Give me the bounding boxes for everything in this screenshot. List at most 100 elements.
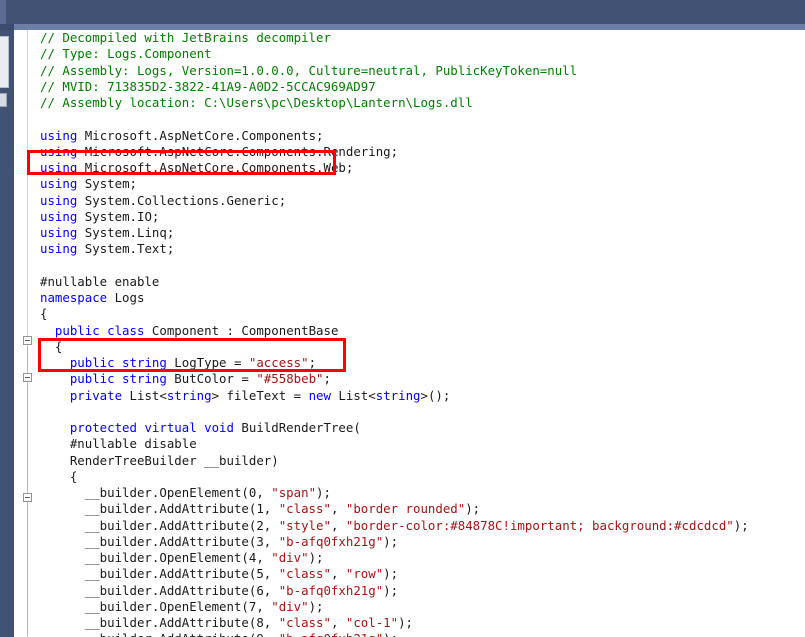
code-token: __builder.AddAttribute(6, xyxy=(40,582,279,598)
code-editor[interactable]: // Decompiled with JetBrains decompiler /… xyxy=(14,30,805,637)
code-line: __builder.OpenElement(4, "div"); xyxy=(36,550,805,566)
code-token: public class xyxy=(54,322,145,338)
code-token: ); xyxy=(383,533,399,549)
code-token: Microsoft.AspNetCore.Components; xyxy=(77,127,324,143)
code-line: RenderTreeBuilder __builder) xyxy=(36,453,805,469)
code-token: ); xyxy=(398,615,413,630)
code-token: "border-color:#84878C!important; backgro… xyxy=(345,517,734,533)
code-line: __builder.AddAttribute(8, "class", "col-… xyxy=(36,615,805,631)
code-token: "div" xyxy=(271,550,309,565)
code-token: #nullable disable xyxy=(40,436,197,452)
code-token: "span" xyxy=(271,485,317,500)
code-token: ); xyxy=(465,501,481,517)
code-token: using xyxy=(40,225,78,240)
code-token: using xyxy=(40,208,78,224)
code-token: "class" xyxy=(278,615,331,630)
code-token: ); xyxy=(383,631,398,637)
code-token: { xyxy=(40,468,78,484)
code-token: ); xyxy=(383,566,399,582)
code-token: __builder.AddAttribute(8, xyxy=(40,615,279,630)
code-token: , xyxy=(330,566,346,582)
code-line: __builder.AddAttribute(3, "b-afq0fxh21g"… xyxy=(36,534,805,550)
code-token: "class" xyxy=(278,566,331,582)
code-line: __builder.AddAttribute(5, "class", "row"… xyxy=(36,566,805,582)
fold-toggle-icon[interactable] xyxy=(23,493,32,502)
code-token: __builder.AddAttribute(2, xyxy=(40,517,279,533)
code-token: "div" xyxy=(271,598,309,614)
code-token: ButColor = xyxy=(166,371,257,387)
code-token: Logs xyxy=(107,290,145,305)
code-line: __builder.OpenElement(7, "div"); xyxy=(36,599,805,615)
code-token: "style" xyxy=(278,517,331,533)
code-line: __builder.OpenElement(0, "span"); xyxy=(36,485,805,501)
code-token: BuildRenderTree( xyxy=(233,420,361,435)
code-line: // Type: Logs.Component xyxy=(36,46,805,62)
code-token: string xyxy=(375,387,421,403)
code-token: "row" xyxy=(345,566,384,582)
code-line: // Decompiled with JetBrains decompiler xyxy=(36,30,805,46)
code-token: string xyxy=(166,387,212,403)
code-token: protected virtual void xyxy=(69,420,234,435)
code-line: // Assembly location: C:\Users\pc\Deskto… xyxy=(36,95,805,111)
code-token: ); xyxy=(316,485,331,500)
decompiler-window: // Decompiled with JetBrains decompiler /… xyxy=(0,0,805,637)
code-token: System.IO; xyxy=(77,208,160,224)
code-token: System.Text; xyxy=(77,241,175,257)
code-token: // Decompiled with JetBrains decompiler xyxy=(40,30,331,45)
code-token: , xyxy=(330,517,346,533)
collapsed-tool-panel-edge[interactable] xyxy=(0,36,9,88)
code-line: using System.Linq; xyxy=(36,225,805,241)
code-token: RenderTreeBuilder __builder) xyxy=(40,452,279,468)
code-token: ; xyxy=(323,371,331,387)
code-token: using xyxy=(40,127,78,143)
code-token: System.Collections.Generic; xyxy=(77,192,287,208)
code-line: __builder.AddAttribute(1, "class", "bord… xyxy=(36,501,805,517)
code-token: List< xyxy=(330,387,376,403)
code-line: __builder.AddAttribute(2, "style", "bord… xyxy=(36,518,805,534)
code-token: Component : ComponentBase xyxy=(144,322,339,338)
code-token: __builder.AddAttribute(9, xyxy=(40,631,279,637)
code-line: using Microsoft.AspNetCore.Components; xyxy=(36,128,805,144)
code-line: public string ButColor = "#558beb"; xyxy=(36,371,805,387)
code-token: ); xyxy=(308,598,324,614)
code-token: using xyxy=(40,241,78,257)
code-token: "b-afq0fxh21g" xyxy=(279,631,383,637)
code-token: "b-afq0fxh21g" xyxy=(278,533,384,549)
code-line: using System.IO; xyxy=(36,209,805,225)
code-token: __builder.OpenElement(7, xyxy=(40,598,272,614)
code-token: __builder.OpenElement(0, xyxy=(40,485,272,500)
code-token: "b-afq0fxh21g" xyxy=(278,582,384,598)
code-token: // Assembly: Logs, Version=1.0.0.0, Cult… xyxy=(40,62,578,78)
code-token: __builder.AddAttribute(1, xyxy=(40,501,279,517)
code-text[interactable]: // Decompiled with JetBrains decompiler /… xyxy=(36,30,805,637)
code-line: { xyxy=(36,306,805,322)
code-token: System; xyxy=(77,176,137,192)
code-line: namespace Logs xyxy=(36,290,805,306)
code-token: , xyxy=(330,615,346,630)
code-token: ); xyxy=(308,550,324,565)
code-token: __builder.AddAttribute(5, xyxy=(40,566,279,582)
code-token: using xyxy=(40,176,78,192)
code-token: __builder.OpenElement(4, xyxy=(40,550,272,565)
left-tool-dock-strip[interactable] xyxy=(0,30,14,637)
code-line: // Assembly: Logs, Version=1.0.0.0, Cult… xyxy=(36,63,805,79)
editor-gutter[interactable] xyxy=(14,30,36,637)
code-token: #nullable enable xyxy=(40,273,160,289)
code-token: List< xyxy=(122,387,167,403)
class-declaration-highlight xyxy=(38,338,346,372)
code-line: using System; xyxy=(36,176,805,192)
code-token: { xyxy=(40,306,48,322)
fold-toggle-icon[interactable] xyxy=(23,336,32,345)
fold-toggle-icon[interactable] xyxy=(23,373,32,382)
title-bar-left-nub xyxy=(0,0,6,24)
code-token: // Assembly location: C:\Users\pc\Deskto… xyxy=(40,95,473,110)
tool-panel-tab[interactable] xyxy=(0,93,7,107)
code-token: ); xyxy=(383,582,399,598)
code-token: new xyxy=(308,387,331,403)
code-line: #nullable enable xyxy=(36,274,805,290)
